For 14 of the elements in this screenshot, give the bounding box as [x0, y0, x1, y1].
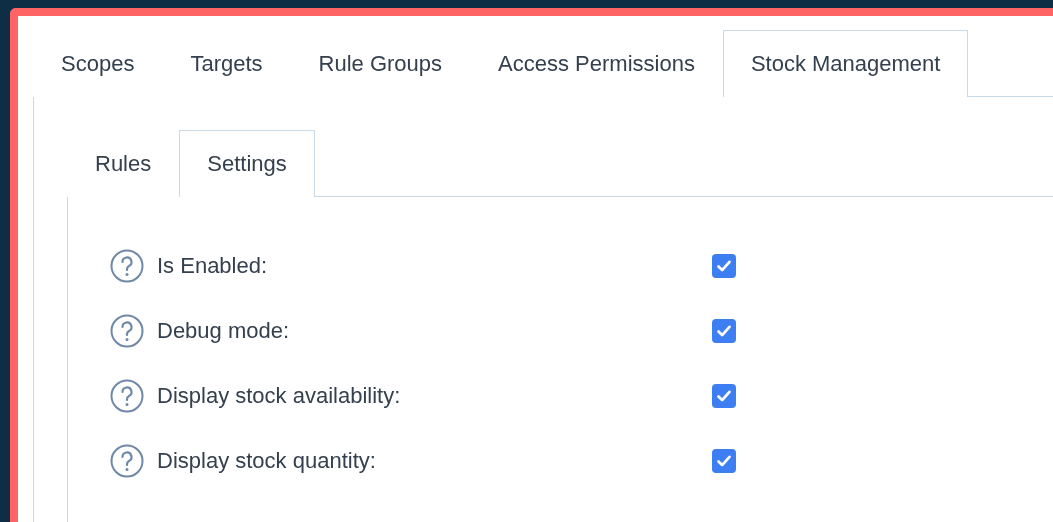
setting-label: Debug mode:	[157, 317, 291, 344]
tab[interactable]: Stock Management	[722, 30, 969, 97]
setting-label: Is Enabled:	[157, 252, 269, 279]
help-icon[interactable]	[110, 248, 144, 283]
tab[interactable]: Settings	[179, 130, 315, 197]
checkbox[interactable]	[712, 383, 736, 408]
checkbox[interactable]	[712, 318, 736, 343]
checkbox[interactable]	[712, 448, 736, 473]
setting-label: Display stock quantity:	[157, 447, 377, 474]
help-icon[interactable]	[110, 378, 144, 413]
checkbox[interactable]	[712, 253, 736, 278]
help-icon[interactable]	[110, 313, 144, 348]
setting-label: Display stock availability:	[157, 382, 402, 409]
help-icon[interactable]	[110, 443, 144, 478]
